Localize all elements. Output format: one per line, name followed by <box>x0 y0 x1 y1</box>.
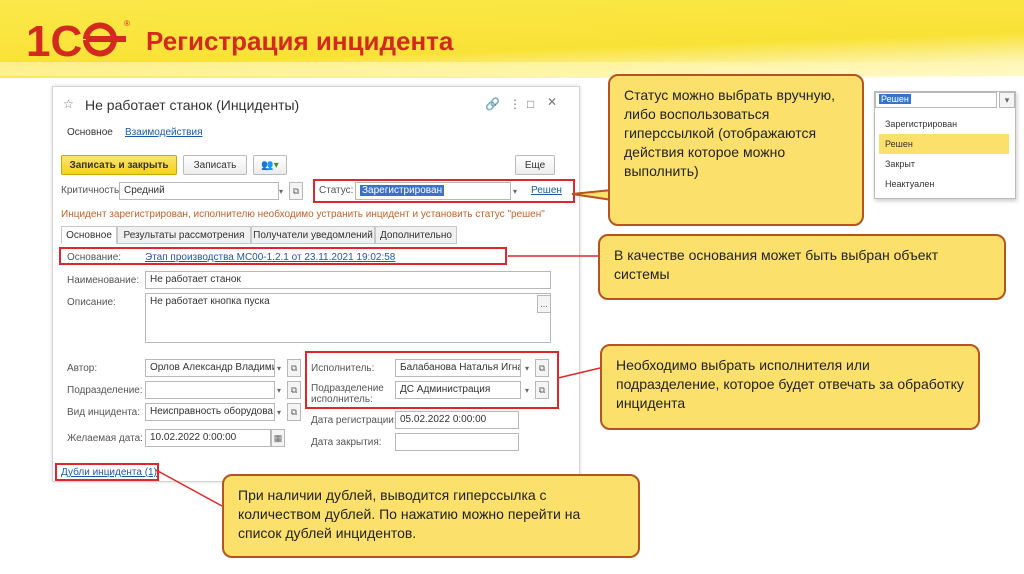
status-callout-pointer <box>571 188 613 202</box>
duplicates-callout: При наличии дублей, выводится гиперссылк… <box>222 474 640 558</box>
duplicates-connector <box>155 469 223 507</box>
status-callout: Статус можно выбрать вручную, либо воспо… <box>608 74 864 226</box>
executor-connector <box>557 367 601 379</box>
basis-callout: В качестве основания может быть выбран о… <box>598 234 1006 300</box>
executor-callout: Необходимо выбрать исполнителя или подра… <box>600 344 980 430</box>
